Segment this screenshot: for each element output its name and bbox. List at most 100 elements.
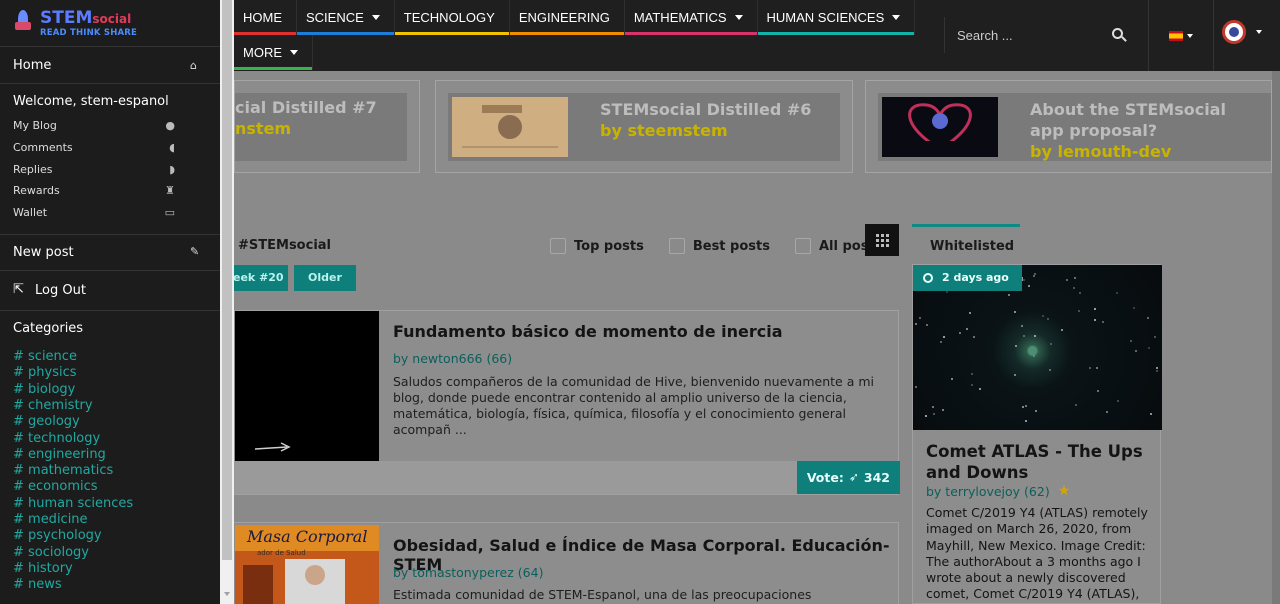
tab-whitelisted[interactable]: Whitelisted <box>912 224 1020 258</box>
nav-row-secondary: MORE <box>234 35 313 70</box>
checkbox[interactable] <box>668 238 685 254</box>
week-button[interactable]: eek #20 <box>230 265 288 291</box>
post-author-row: by terrylovejoy (62) ★ <box>926 483 1070 499</box>
home-icon: ⌂ <box>190 59 197 72</box>
star-dot <box>1021 406 1024 409</box>
star-dot <box>1074 277 1077 280</box>
category-link[interactable]: # psychology <box>13 528 102 543</box>
star-dot <box>969 312 972 315</box>
sidebar-scrollbar-thumb[interactable] <box>222 0 232 560</box>
star-dot <box>1008 294 1011 297</box>
post-author[interactable]: by terrylovejoy (62) <box>926 484 1050 499</box>
star-dot <box>959 332 962 335</box>
star-dot <box>1094 319 1097 322</box>
category-link[interactable]: # chemistry <box>13 398 93 413</box>
post-author[interactable]: by tomastonyperez (64) <box>393 565 543 580</box>
star-dot <box>1155 366 1158 369</box>
vote-button[interactable]: Vote: ➶ 342 <box>796 461 900 494</box>
category-link[interactable]: # history <box>13 561 73 576</box>
featured-author[interactable]: nstem <box>235 118 377 139</box>
vote-count: 342 <box>863 470 890 485</box>
category-link[interactable]: # mathematics <box>13 463 113 478</box>
checkbox[interactable] <box>550 238 566 254</box>
clock-icon <box>923 273 933 283</box>
sidebar-item-new-post[interactable]: New post ✎ <box>0 234 220 270</box>
spain-flag-icon <box>1169 30 1183 41</box>
category-link[interactable]: # sociology <box>13 545 89 560</box>
category-link[interactable]: # geology <box>13 414 80 429</box>
user-menu[interactable] <box>1222 20 1262 44</box>
post-thumbnail[interactable] <box>235 311 379 461</box>
category-link[interactable]: # economics <box>13 479 98 494</box>
category-link[interactable]: # biology <box>13 382 75 397</box>
post-title[interactable]: Fundamento básico de momento de inercia <box>393 322 783 341</box>
category-link[interactable]: # science <box>13 349 77 364</box>
star-dot <box>1096 367 1099 370</box>
category-link[interactable]: # human sciences <box>13 496 133 511</box>
nav-item-home[interactable]: HOME <box>234 0 297 35</box>
post-card[interactable]: Fundamento básico de momento de inercia … <box>230 310 900 495</box>
star-dot <box>932 413 935 416</box>
stemsocial-logo-image <box>882 97 998 157</box>
star-dot <box>1033 354 1036 357</box>
scroll-down-icon[interactable] <box>224 592 230 596</box>
featured-card-1[interactable]: cial Distilled #7 nstem <box>234 80 420 173</box>
star-dot <box>946 291 949 294</box>
featured-author[interactable]: by steemstem <box>600 120 811 141</box>
sidebar-user-section: Welcome, stem-espanol My Blog ● Comments… <box>0 83 220 234</box>
post-author[interactable]: by newton666 (66) <box>393 351 512 366</box>
star-dot <box>1013 310 1016 313</box>
sidebar-item-home[interactable]: Home ⌂ <box>0 46 220 83</box>
category-link[interactable]: # technology <box>13 431 100 446</box>
sidebar-item-comments[interactable]: Comments ◖ <box>13 141 175 154</box>
nav-item-engineering[interactable]: ENGINEERING <box>509 0 625 35</box>
nav-item-label: HUMAN SCIENCES <box>766 10 885 25</box>
star-dot <box>979 387 982 390</box>
nav-item-mathematics[interactable]: MATHEMATICS <box>624 0 758 35</box>
post-card[interactable]: Masa Corporal ador de Salud Obesidad, Sa… <box>230 522 899 604</box>
logo[interactable]: STEMsocial READ THINK SHARE <box>12 10 137 38</box>
filter-top-posts[interactable]: Top posts <box>550 238 644 254</box>
nav-item-human-sciences[interactable]: HUMAN SCIENCES <box>757 0 916 35</box>
nav-item-label: MORE <box>243 45 282 60</box>
star-dot <box>1032 275 1035 278</box>
rocket-icon: ➶ <box>848 470 859 484</box>
filter-best-posts[interactable]: Best posts <box>668 238 770 254</box>
older-button[interactable]: Older <box>294 265 356 291</box>
nav-item-science[interactable]: SCIENCE <box>297 0 395 35</box>
sidebar-item-wallet[interactable]: Wallet ▭ <box>13 206 175 219</box>
sidebar-item-rewards[interactable]: Rewards ♜ <box>13 184 175 197</box>
filter-label: Top posts <box>574 238 644 254</box>
grid-view-button[interactable] <box>865 224 899 256</box>
star-dot <box>1132 307 1135 310</box>
featured-card-3[interactable]: About the STEMsocial app proposal? by le… <box>865 80 1272 173</box>
sidebar-item-replies[interactable]: Replies ◗ <box>13 163 175 176</box>
search-icon[interactable] <box>1112 28 1123 39</box>
post-thumbnail[interactable]: Masa Corporal ador de Salud <box>235 525 379 604</box>
whitelist-post-card[interactable]: 2 days ago Comet ATLAS - The Ups and Dow… <box>912 264 1162 604</box>
featured-card-2[interactable]: STEMsocial Distilled #6 by steemstem <box>435 80 853 173</box>
sidebar-item-my-blog[interactable]: My Blog ● <box>13 119 175 132</box>
sidebar-item-logout[interactable]: ⇱ Log Out <box>0 270 220 310</box>
checkbox[interactable] <box>794 238 811 254</box>
page-edge <box>1272 71 1280 604</box>
star-dot <box>1023 335 1026 338</box>
star-dot <box>1034 335 1037 338</box>
nav-item-more[interactable]: MORE <box>234 35 313 70</box>
category-link[interactable]: # physics <box>13 365 77 380</box>
language-selector[interactable] <box>1148 0 1214 71</box>
nav-item-technology[interactable]: TECHNOLOGY <box>394 0 510 35</box>
nav-item-underline <box>757 32 915 35</box>
star-dot <box>1047 317 1050 320</box>
category-link[interactable]: # news <box>13 577 62 592</box>
category-link[interactable]: # medicine <box>13 512 88 527</box>
star-dot <box>914 322 917 325</box>
featured-title-text: cial Distilled #7 <box>235 98 377 117</box>
post-image-subcaption: ador de Salud <box>257 549 306 557</box>
star-dot <box>918 316 921 319</box>
featured-author[interactable]: by lemouth-dev <box>1030 141 1260 162</box>
category-link[interactable]: # engineering <box>13 447 106 462</box>
nav-item-label: TECHNOLOGY <box>403 10 495 25</box>
search-input[interactable] <box>957 27 1107 43</box>
post-title[interactable]: Comet ATLAS - The Ups and Downs <box>926 441 1146 483</box>
